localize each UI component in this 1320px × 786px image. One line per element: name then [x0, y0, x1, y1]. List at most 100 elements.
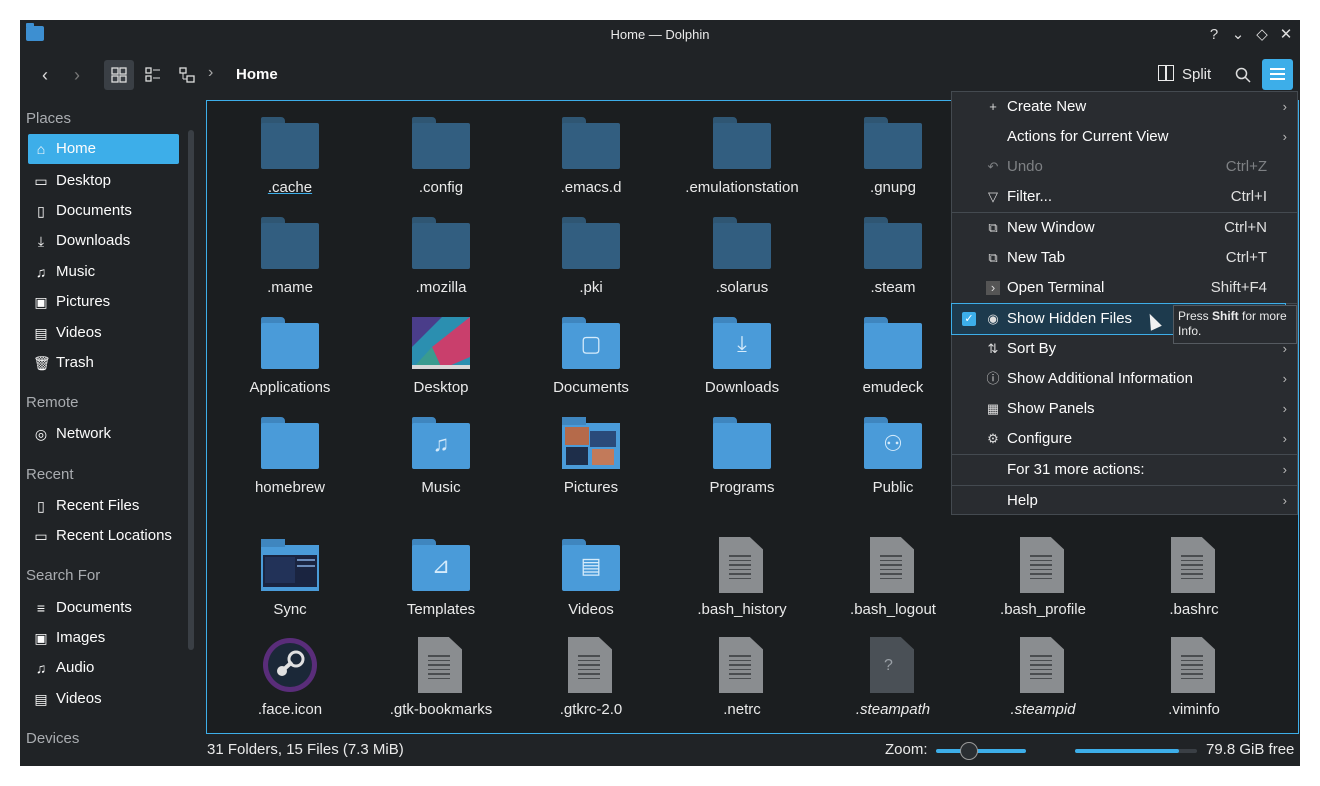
file-label: Documents [553, 379, 629, 396]
folder-icon [261, 417, 319, 469]
sidebar-item-pictures[interactable]: ▣ Pictures [28, 287, 178, 317]
menu-item-show-additional-info[interactable]: ⓘ Show Additional Information › [952, 364, 1297, 394]
documents-folder-icon: ▢ [562, 317, 620, 369]
minimize-icon[interactable]: ⌄ [1228, 25, 1248, 45]
file-label: Templates [406, 601, 476, 618]
tooltip-key: Shift [1212, 309, 1239, 323]
sidebar-item-label: Trash [56, 354, 94, 371]
sidebar-item-search-documents[interactable]: ≡ Documents [28, 593, 178, 623]
sidebar-item-music[interactable]: ♫ Music [28, 257, 178, 287]
menu-item-new-window[interactable]: ⧉ New Window Ctrl+N [952, 213, 1297, 243]
file-label: emudeck [862, 379, 924, 396]
help-icon[interactable]: ? [1204, 25, 1224, 45]
sidebar-item-downloads[interactable]: ⤓ Downloads [28, 226, 178, 256]
file-label: .bash_profile [1000, 601, 1086, 618]
file-label: .bash_logout [850, 601, 936, 618]
menu-item-label: New Tab [1007, 249, 1066, 266]
sidebar-item-search-audio[interactable]: ♫ Audio [28, 653, 178, 683]
menu-item-more-actions[interactable]: For 31 more actions: › [952, 455, 1297, 485]
sidebar-item-desktop[interactable]: ▭ Desktop [28, 166, 178, 196]
videos-folder-icon: ▤ [562, 539, 620, 591]
sidebar-item-network[interactable]: ◎ Network [28, 419, 178, 449]
sidebar-item-label: Home [56, 140, 97, 157]
sidebar-item-search-videos[interactable]: ▤ Videos [28, 684, 178, 714]
file-label: .cache [267, 179, 313, 196]
places-panel: Places ⌂ Home ▭ Desktop ▯ Documents ⤓ Downlo… [20, 100, 202, 766]
sidebar-item-documents[interactable]: ▯ Documents [28, 196, 178, 226]
sidebar-item-label: Pictures [56, 293, 111, 310]
zoom-slider[interactable] [936, 742, 1026, 760]
panels-icon: ▦ [986, 401, 1000, 416]
info-icon: ⓘ [986, 371, 1000, 386]
file-label: .mozilla [415, 279, 467, 296]
search-icon [1235, 67, 1251, 83]
hamburger-menu-button[interactable] [1262, 59, 1293, 90]
checkbox-checked-icon[interactable]: ✓ [962, 312, 976, 326]
pictures-icon: ▣ [34, 294, 48, 310]
menu-item-create-new[interactable]: + Create New › [952, 92, 1297, 122]
new-window-icon: ⧉ [988, 220, 998, 235]
menu-item-help[interactable]: Help › [952, 486, 1297, 516]
menu-item-new-tab[interactable]: ⧉ New Tab Ctrl+T [952, 243, 1297, 273]
sidebar-item-recent-locations[interactable]: ▭ Recent Locations [28, 521, 188, 551]
sort-icon: ⇅ [987, 341, 999, 356]
menu-item-undo[interactable]: ↶ Undo Ctrl+Z [952, 152, 1297, 182]
file-label: .gnupg [870, 179, 916, 196]
menu-item-configure[interactable]: ⚙ Configure › [952, 424, 1297, 454]
search-button[interactable] [1230, 60, 1256, 90]
icons-view-button[interactable] [104, 60, 134, 90]
sidebar-item-recent-files[interactable]: ▯ Recent Files [28, 491, 178, 521]
film-icon: ▤ [34, 325, 48, 341]
templates-folder-icon: ⊿ [412, 539, 470, 591]
shortcut-label: Shift+F4 [1210, 279, 1267, 296]
maximize-icon[interactable]: ◇ [1252, 25, 1272, 45]
downloads-folder-icon: ⤓ [713, 317, 771, 369]
sidebar-item-label: Audio [56, 659, 95, 676]
split-button[interactable]: Split [1158, 60, 1211, 90]
folder-icon [412, 117, 470, 169]
film-icon: ▤ [34, 691, 48, 707]
folder-icon [864, 217, 922, 269]
breadcrumb-home[interactable]: Home [236, 66, 278, 83]
text-lines-icon: ≡ [36, 600, 46, 616]
file-label: .gtkrc-2.0 [559, 701, 623, 718]
menu-item-open-terminal[interactable]: › Open Terminal Shift+F4 [952, 273, 1297, 303]
file-label: .viminfo [1168, 701, 1220, 718]
file-label: .netrc [723, 701, 761, 718]
forward-button[interactable]: › [64, 60, 90, 90]
sidebar-item-home[interactable]: ⌂ Home [28, 134, 179, 164]
unknown-symlink-file-icon: ? [870, 637, 914, 693]
text-file-icon [1171, 637, 1215, 693]
shortcut-label: Ctrl+Z [1225, 158, 1267, 175]
file-label: Desktop [413, 379, 469, 396]
sidebar-item-label: Documents [56, 599, 132, 616]
sidebar-item-trash[interactable]: 🗑 Trash [28, 348, 178, 378]
sidebar-item-label: Network [56, 425, 112, 442]
menu-item-label: Show Panels [1007, 400, 1095, 417]
music-folder-icon: ♫ [412, 417, 470, 469]
text-file-icon [568, 637, 612, 693]
file-label: .bash_history [697, 601, 787, 618]
compact-view-button[interactable] [138, 60, 168, 90]
zoom-slider-handle[interactable] [959, 742, 978, 760]
details-view-button[interactable] [172, 60, 202, 90]
menu-item-filter[interactable]: ▽ Filter... Ctrl+I [952, 182, 1297, 212]
submenu-arrow-icon: › [1282, 431, 1287, 446]
sidebar-item-label: Music [56, 263, 96, 280]
file-label: .bashrc [1169, 601, 1219, 618]
sidebar-item-search-images[interactable]: ▣ Images [28, 623, 178, 653]
menu-item-actions-current-view[interactable]: Actions for Current View › [952, 122, 1297, 152]
recent-heading: Recent [26, 466, 74, 483]
sidebar-scrollbar[interactable] [188, 130, 194, 650]
file-label: .emacs.d [560, 179, 622, 196]
close-icon[interactable]: ✕ [1276, 25, 1296, 45]
folder-icon [261, 117, 319, 169]
file-label: Music [421, 479, 461, 496]
menu-item-show-panels[interactable]: ▦ Show Panels › [952, 394, 1297, 424]
sidebar-item-videos[interactable]: ▤ Videos [28, 318, 178, 348]
desktop-wallpaper-thumbnail-icon [412, 317, 470, 369]
free-space-fill [1075, 749, 1179, 753]
folder-icon [562, 217, 620, 269]
back-button[interactable]: ‹ [32, 60, 58, 90]
file-label: Applications [249, 379, 331, 396]
